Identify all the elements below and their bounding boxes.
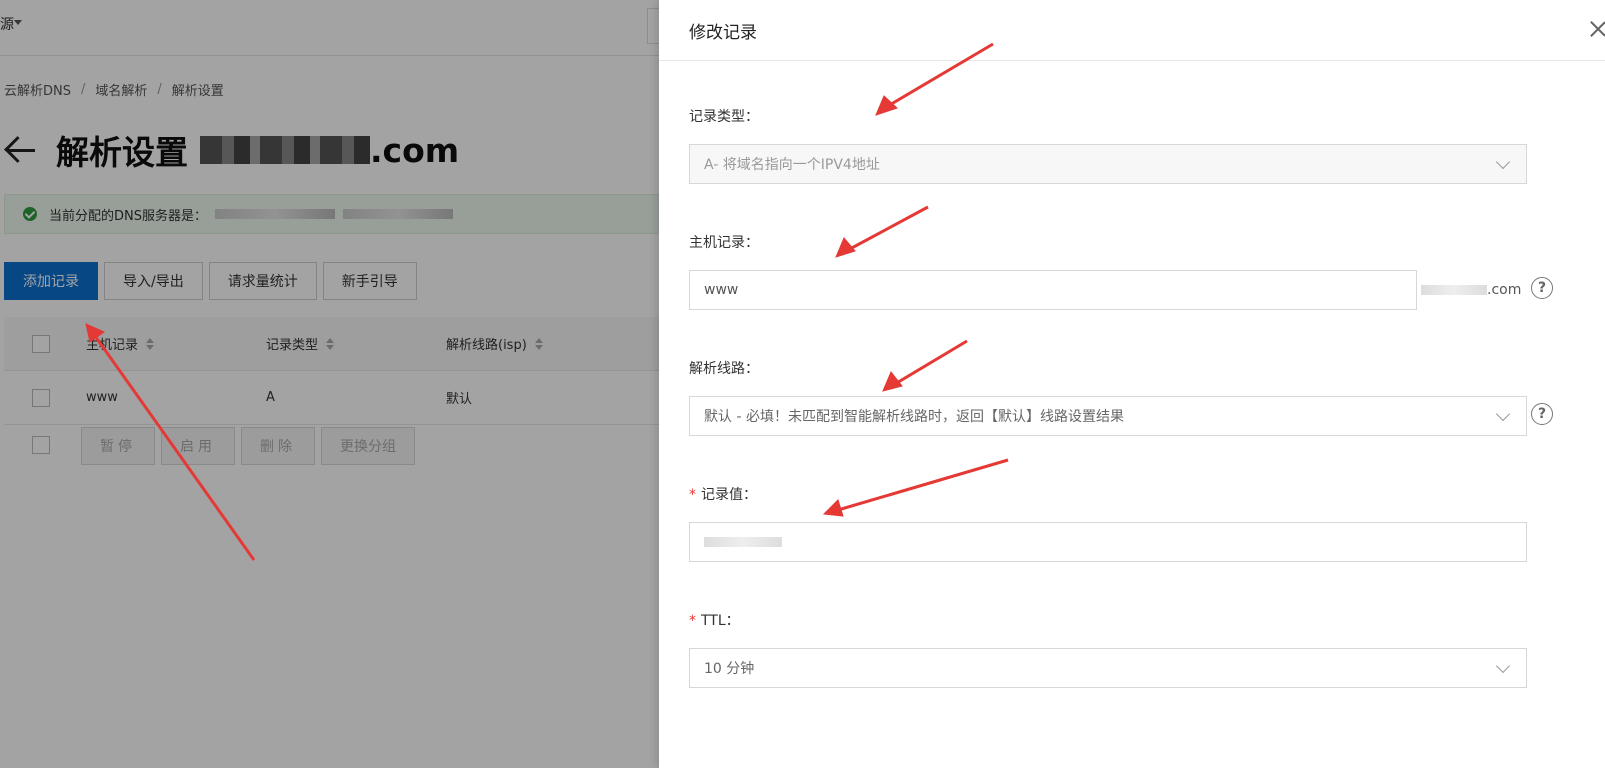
- ttl-value: 10 分钟: [704, 661, 755, 677]
- record-type-label: 记录类型：: [689, 109, 759, 125]
- record-value-label: * 记录值：: [689, 484, 757, 504]
- redacted-value-mask: [704, 537, 782, 547]
- host-domain-suffix: .com: [1421, 282, 1521, 298]
- host-suffix-end: .com: [1487, 282, 1522, 298]
- chevron-down-icon: [1495, 154, 1511, 170]
- record-type-value: A- 将域名指向一个IPV4地址: [704, 157, 880, 173]
- ttl-label-text: TTL：: [701, 613, 740, 629]
- help-circle-icon[interactable]: ?: [1531, 403, 1553, 425]
- chevron-down-icon: [1495, 406, 1511, 422]
- ttl-select[interactable]: 10 分钟: [689, 648, 1527, 688]
- drawer-header: 修改记录: [659, 0, 1605, 61]
- required-mark: *: [689, 487, 696, 503]
- record-value-label-text: 记录值：: [701, 487, 757, 503]
- host-record-value: www: [704, 282, 739, 298]
- record-type-select[interactable]: A- 将域名指向一个IPV4地址: [689, 144, 1527, 184]
- record-value-input[interactable]: [689, 522, 1527, 562]
- drawer-title: 修改记录: [689, 23, 757, 43]
- chevron-down-icon: [1495, 658, 1511, 674]
- required-mark: *: [689, 613, 696, 629]
- help-circle-icon[interactable]: ?: [1531, 277, 1553, 299]
- close-icon[interactable]: [1589, 20, 1605, 38]
- resolution-line-select[interactable]: 默认 - 必填！未匹配到智能解析线路时，返回【默认】线路设置结果: [689, 396, 1527, 436]
- edit-record-drawer: 修改记录 记录类型： A- 将域名指向一个IPV4地址 主机记录： www .c…: [659, 0, 1605, 768]
- host-record-label: 主机记录：: [689, 235, 759, 251]
- resolution-line-label: 解析线路：: [689, 361, 759, 377]
- redacted-domain-mask: [1421, 285, 1487, 295]
- modal-backdrop[interactable]: [0, 0, 659, 768]
- ttl-label: * TTL：: [689, 610, 740, 630]
- resolution-line-value: 默认 - 必填！未匹配到智能解析线路时，返回【默认】线路设置结果: [704, 409, 1124, 425]
- host-record-input[interactable]: www: [689, 270, 1417, 310]
